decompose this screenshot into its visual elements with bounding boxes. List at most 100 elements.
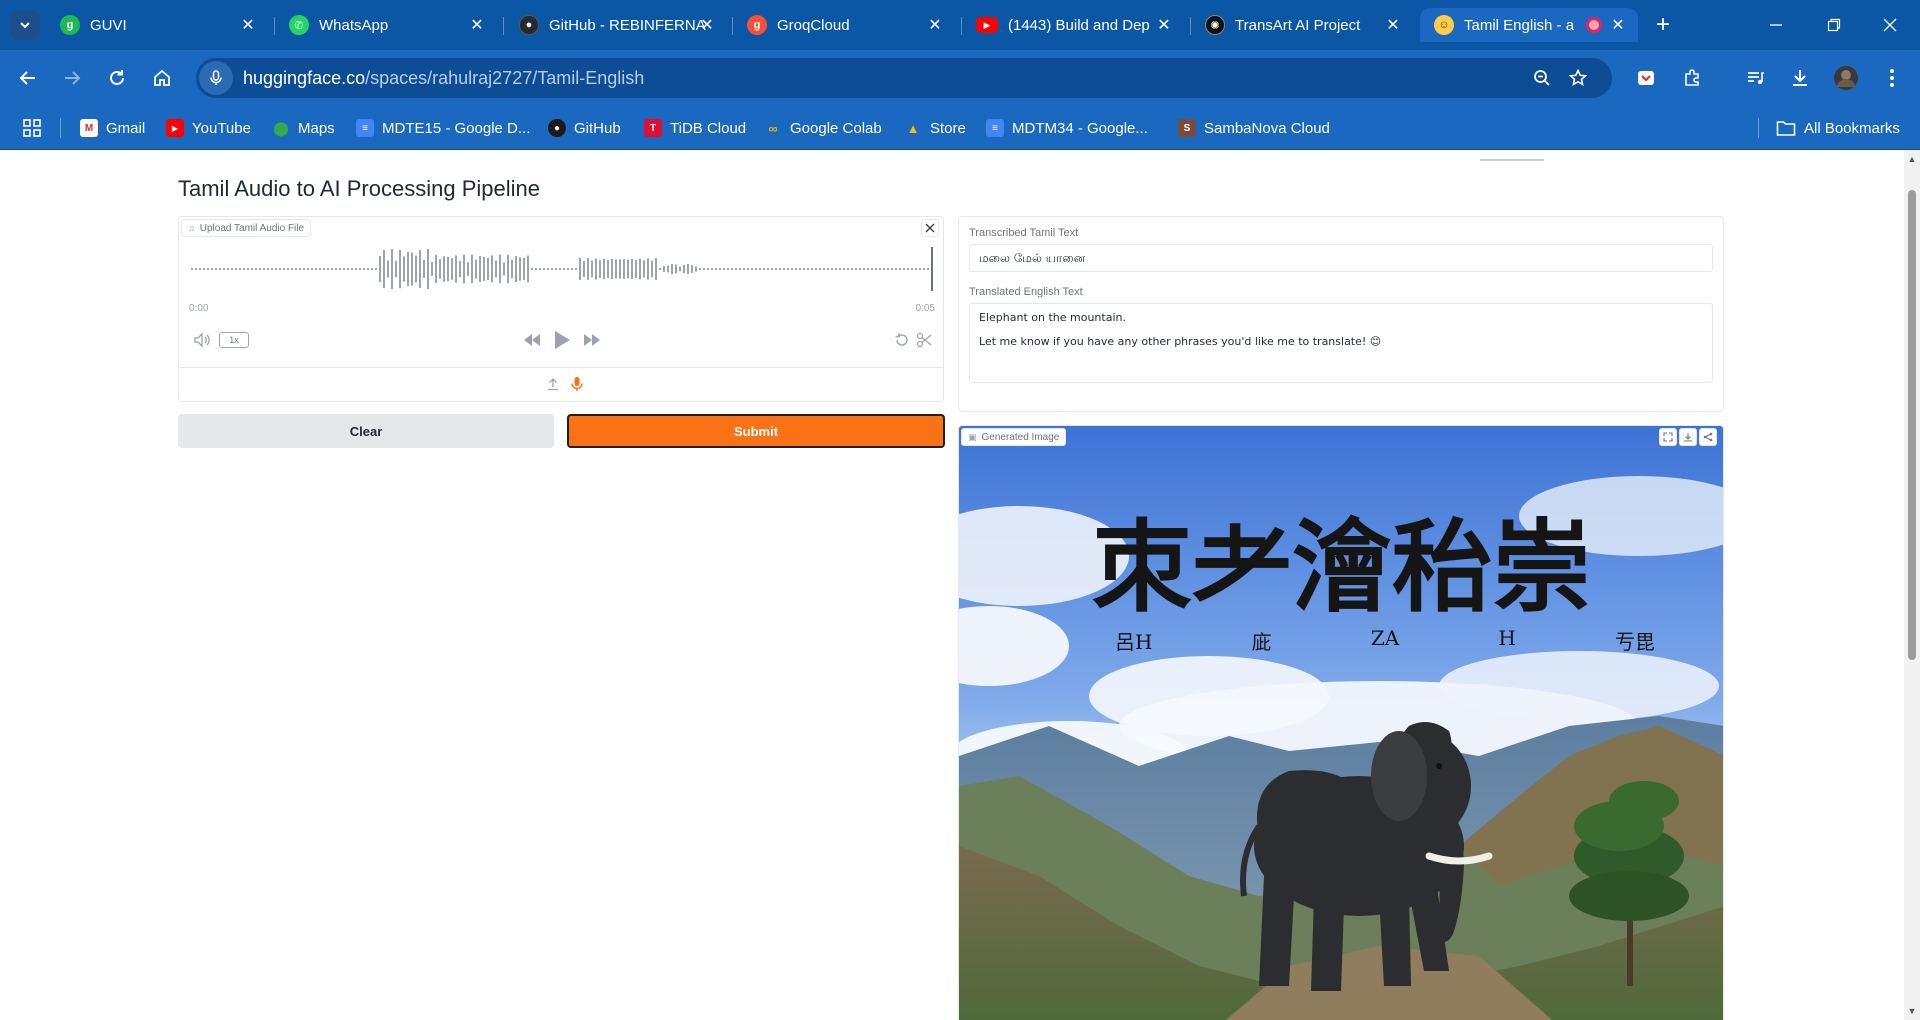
waveform-bar [219, 268, 221, 270]
bookmark-star-button[interactable] [1566, 66, 1590, 90]
waveform-bar [867, 268, 869, 270]
share-image-button[interactable] [1699, 428, 1717, 446]
submit-button[interactable]: Submit [567, 414, 945, 448]
address-bar[interactable]: huggingface.co/spaces/rahulraj2727/Tamil… [196, 58, 1612, 98]
close-tab-icon[interactable]: ✕ [1154, 15, 1174, 35]
profile-avatar[interactable] [1832, 64, 1860, 92]
reload-button[interactable] [103, 64, 131, 92]
tab-youtube[interactable]: ▶ (1443) Build and Dep ✕ [962, 8, 1184, 42]
reset-audio-button[interactable] [891, 329, 913, 351]
extensions-button[interactable] [1678, 64, 1706, 92]
bookmark-label: SambaNova Cloud [1204, 119, 1330, 137]
trim-audio-button[interactable] [913, 329, 935, 351]
waveform-bar [299, 268, 301, 270]
bookmark-mdtm34[interactable]: ≡ MDTM34 - Google... [986, 116, 1148, 140]
downloads-button[interactable] [1786, 64, 1814, 92]
microphone-source-button[interactable] [568, 375, 586, 393]
waveform-bar [199, 268, 201, 270]
upload-source-button[interactable] [544, 375, 562, 393]
pocket-extension-button[interactable] [1632, 64, 1660, 92]
bookmark-gmail[interactable]: M Gmail [80, 116, 145, 140]
image-headline-text: 朿耂澮秮崇 [1092, 508, 1592, 626]
all-bookmarks-button[interactable]: All Bookmarks [1776, 116, 1900, 140]
bookmark-store[interactable]: ▲ Store [904, 116, 966, 140]
translated-text-field[interactable]: Elephant on the mountain. Let me know if… [969, 303, 1713, 383]
scroll-up-icon[interactable]: ▲ [1907, 154, 1917, 164]
url-host: huggingface.co [243, 67, 366, 88]
zoom-button[interactable] [1530, 66, 1554, 90]
transcribed-text-field[interactable]: மலை மேல் யானை [969, 244, 1713, 272]
tab-guvi[interactable]: g GUVI ✕ [46, 8, 268, 42]
fullscreen-button[interactable] [1659, 428, 1677, 446]
waveform-bar [247, 268, 249, 270]
bookmark-label: YouTube [192, 119, 251, 137]
close-tab-icon[interactable]: ✕ [697, 15, 717, 35]
close-window-button[interactable] [1870, 10, 1910, 40]
tab-transart[interactable]: ✺ TransArt AI Project ✕ [1191, 8, 1413, 42]
volume-button[interactable] [193, 331, 211, 349]
voice-search-button[interactable] [199, 61, 233, 95]
waveform-bar [515, 255, 517, 283]
scroll-thumb[interactable] [1908, 190, 1916, 660]
time-duration: 0:05 [915, 303, 935, 314]
bookmark-tidb[interactable]: T TiDB Cloud [644, 116, 746, 140]
tab-whatsapp[interactable]: ✆ WhatsApp ✕ [275, 8, 497, 42]
youtube-icon: ▶ [166, 119, 184, 137]
waveform-bar [351, 268, 353, 270]
close-tab-icon[interactable]: ✕ [925, 15, 945, 35]
waveform-bar [831, 268, 833, 270]
waveform-bar [423, 259, 425, 279]
waveform-bar [307, 268, 309, 270]
waveform-bar [627, 259, 629, 279]
tab-github[interactable]: ● GitHub - REBINFERNA ✕ [505, 8, 727, 42]
download-image-button[interactable] [1679, 428, 1697, 446]
waveform-bar [387, 260, 389, 278]
bookmark-youtube[interactable]: ▶ YouTube [166, 116, 251, 140]
skip-backward-button[interactable] [521, 329, 543, 351]
close-icon [1883, 18, 1897, 32]
tab-groqcloud[interactable]: g GroqCloud ✕ [733, 8, 955, 42]
fullscreen-icon [1663, 432, 1673, 442]
page-scrollbar[interactable]: ▲ ▼ [1904, 150, 1920, 1020]
skip-forward-button[interactable] [581, 329, 603, 351]
scroll-down-icon[interactable]: ▼ [1907, 1006, 1917, 1016]
close-tab-icon[interactable]: ✕ [1383, 15, 1403, 35]
playback-speed-button[interactable]: 1x [219, 332, 249, 348]
tab-tamil-english[interactable]: ☺ Tamil English - a ✕ [1420, 8, 1638, 42]
clear-audio-button[interactable] [921, 219, 939, 237]
bookmark-mdte15[interactable]: ≡ MDTE15 - Google D... [356, 116, 530, 140]
apps-button[interactable] [22, 116, 42, 140]
close-tab-icon[interactable]: ✕ [1608, 15, 1628, 35]
back-button[interactable] [14, 64, 42, 92]
audio-label-text: Upload Tamil Audio File [199, 222, 305, 234]
bookmark-maps[interactable]: ⬤ Maps [272, 116, 335, 140]
new-tab-button[interactable]: + [1650, 11, 1676, 38]
close-tab-icon[interactable]: ✕ [238, 15, 258, 35]
bookmark-github[interactable]: ● GitHub [548, 116, 621, 140]
playhead[interactable] [931, 247, 933, 291]
minimize-button[interactable] [1756, 10, 1796, 40]
play-button[interactable] [551, 329, 573, 351]
close-tab-icon[interactable]: ✕ [467, 15, 487, 35]
audio-waveform[interactable] [189, 247, 933, 291]
waveform-bar [615, 259, 617, 279]
tab-search-button[interactable] [10, 10, 40, 40]
home-button[interactable] [148, 64, 176, 92]
waveform-bar [291, 268, 293, 270]
waveform-bar [499, 254, 501, 284]
forward-button[interactable] [58, 64, 86, 92]
waveform-bar [367, 268, 369, 270]
bookmark-sambanova[interactable]: S SambaNova Cloud [1178, 116, 1330, 140]
clear-button[interactable]: Clear [178, 414, 554, 448]
media-controls-button[interactable] [1742, 64, 1770, 92]
waveform-bar [447, 256, 449, 282]
bookmark-label: Maps [298, 119, 335, 137]
minimize-icon [1770, 24, 1782, 26]
browser-menu-button[interactable] [1878, 64, 1906, 92]
waveform-bar [703, 268, 705, 270]
bookmark-colab[interactable]: ∞ Google Colab [764, 116, 881, 140]
waveform-bar [479, 256, 481, 282]
restore-button[interactable] [1814, 10, 1854, 40]
waveform-bar [783, 268, 785, 270]
image-actions [1659, 428, 1717, 446]
